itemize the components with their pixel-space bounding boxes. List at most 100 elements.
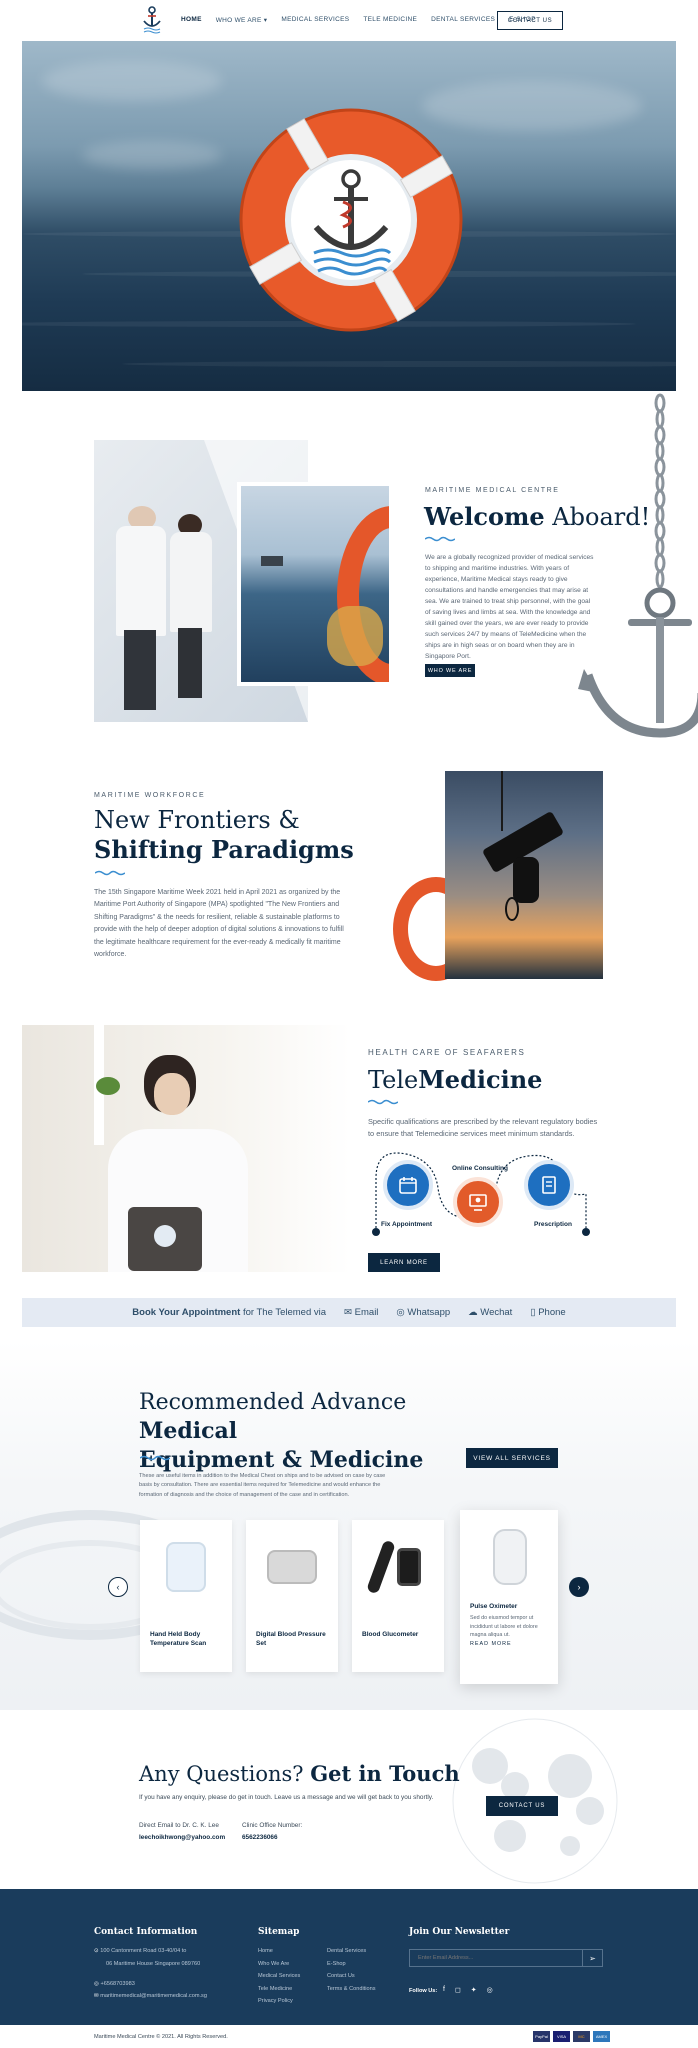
booking-whatsapp[interactable]: ◎ Whatsapp	[396, 1307, 450, 1318]
sitemap-link[interactable]: Dental Services	[327, 1945, 376, 1958]
hero-banner	[22, 41, 676, 391]
send-arrow-icon[interactable]: ➢	[582, 1950, 602, 1966]
wave-divider-icon	[140, 1455, 170, 1461]
equipment-text: These are useful items in addition to th…	[139, 1473, 386, 1498]
sitemap-link[interactable]: Terms & Conditions	[327, 1983, 376, 1996]
welcome-title-bold: Welcome	[424, 502, 545, 531]
social-links: f ◻ ✦ ◎	[443, 1986, 493, 1994]
sitemap-link[interactable]: Contact Us	[327, 1970, 376, 1983]
learn-more-button[interactable]: LEARN MORE	[368, 1253, 440, 1272]
sitemap-link[interactable]: Medical Services	[258, 1970, 300, 1983]
calendar-icon[interactable]	[383, 1160, 433, 1210]
prescription-icon[interactable]	[524, 1160, 574, 1210]
booking-email[interactable]: ✉ Email	[344, 1307, 378, 1318]
view-all-services-button[interactable]: VIEW ALL SERVICES	[466, 1448, 558, 1468]
contact-email-link[interactable]: leechoikhwong@yahoo.com	[139, 1834, 225, 1841]
rescue-stretcher-photo	[445, 771, 603, 979]
newsletter-email-input[interactable]	[410, 1950, 582, 1966]
address-line2: 06 Maritime House Singapore 089760	[106, 1960, 201, 1967]
nav-tele-medicine[interactable]: TELE MEDICINE	[363, 16, 417, 24]
tele-text: Specific qualifications are prescribed b…	[368, 1117, 598, 1138]
paypal-icon: PayPal	[533, 2031, 550, 2042]
newsletter-form: ➢	[409, 1949, 603, 1967]
booking-bar: Book Your Appointment for The Telemed vi…	[22, 1298, 676, 1327]
product-card-blood-pressure[interactable]: Digital Blood Pressure Set	[246, 1520, 338, 1672]
booking-text: Book Your Appointment for The Telemed vi…	[132, 1307, 326, 1318]
product-card-oximeter[interactable]: Pulse Oximeter Sed do eiusmod tempor ut …	[460, 1510, 558, 1684]
sitemap-link[interactable]: E-Shop	[327, 1958, 376, 1971]
booking-phone[interactable]: ▯ Phone	[530, 1307, 565, 1318]
sitemap-link[interactable]: Privacy Policy	[258, 1995, 300, 2008]
step-fix-appointment: Fix Appointment	[381, 1221, 433, 1228]
footer-bottom-bar: Maritime Medical Centre © 2021. All Righ…	[0, 2025, 698, 2048]
nav-medical-services[interactable]: MEDICAL SERVICES	[281, 16, 349, 24]
frontiers-title-line2: Shifting Paradigms	[94, 835, 354, 864]
wave-divider-icon	[425, 536, 455, 542]
follow-us-label: Follow Us:	[409, 1988, 438, 1994]
wave-divider-icon	[368, 1099, 398, 1105]
location-pin-icon: ⊙	[94, 1948, 99, 1954]
contact-title: Any Questions? Get in Touch	[139, 1761, 460, 1786]
booking-wechat-label: Wechat	[480, 1307, 513, 1318]
amex-icon: AMEX	[593, 2031, 610, 2042]
logo-anchor-icon[interactable]	[140, 4, 164, 36]
booking-text-bold: Book Your Appointment	[132, 1307, 241, 1318]
twitter-icon[interactable]: ✦	[471, 1986, 477, 1994]
frontiers-title-line1: New Frontiers &	[94, 806, 300, 834]
footer-address: ⊙ 100 Cantonment Road 03-40/04 to 06 Mar…	[94, 1945, 200, 1970]
welcome-eyebrow: MARITIME MEDICAL CENTRE	[425, 487, 560, 494]
welcome-text: We are a globally recognized provider of…	[425, 554, 594, 660]
whatsapp-icon: ◎	[396, 1307, 405, 1318]
consulting-screen-icon[interactable]	[453, 1177, 503, 1227]
facebook-icon[interactable]: f	[443, 1986, 445, 1994]
tele-title-a: Tele	[368, 1066, 419, 1094]
nav-dental-services[interactable]: DENTAL SERVICES	[431, 16, 495, 24]
address-line1: 100 Cantonment Road 03-40/04 to	[100, 1948, 187, 1954]
booking-wechat[interactable]: ☁ Wechat	[468, 1307, 512, 1318]
carousel-prev-button[interactable]: ‹	[108, 1577, 128, 1597]
tele-title: TeleMedicine	[368, 1065, 542, 1095]
phone-icon: ▯	[530, 1307, 536, 1318]
product-card-thermometer[interactable]: Hand Held Body Temperature Scan	[140, 1520, 232, 1672]
chevron-right-icon: ›	[577, 1582, 581, 1592]
footer-email[interactable]: ✉ maritimemedical@maritimemedical.com.sg	[94, 1990, 207, 2003]
contact-us-button[interactable]: CONTACT US	[486, 1796, 558, 1816]
frontiers-title: New Frontiers & Shifting Paradigms	[94, 806, 354, 864]
step-prescription: Prescription	[534, 1221, 572, 1228]
footer-contact-title: Contact Information	[94, 1927, 198, 1937]
thermometer-image	[150, 1532, 222, 1602]
sitemap-col1: Home Who We Are Medical Services Tele Me…	[258, 1945, 300, 2008]
who-we-are-button[interactable]: WHO WE ARE	[425, 664, 475, 677]
booking-text-rest: for The Telemed via	[240, 1307, 327, 1318]
header-contact-button[interactable]: CONTACT US	[497, 11, 563, 30]
carousel-next-button[interactable]: ›	[569, 1577, 589, 1597]
nav-who-we-are[interactable]: WHO WE ARE ▾	[216, 16, 268, 24]
envelope-icon: ✉	[344, 1307, 353, 1318]
sitemap-link[interactable]: Tele Medicine	[258, 1983, 300, 1996]
booking-phone-label: Phone	[538, 1307, 566, 1318]
sitemap-link[interactable]: Home	[258, 1945, 300, 1958]
product-name: Blood Glucometer	[362, 1631, 419, 1638]
lifebuoy-logo-icon	[239, 108, 463, 332]
mastercard-icon: MC	[573, 2031, 590, 2042]
main-nav: HOME WHO WE ARE ▾ MEDICAL SERVICES TELE …	[181, 16, 536, 24]
nav-home[interactable]: HOME	[181, 16, 202, 24]
product-card-glucometer[interactable]: Blood Glucometer	[352, 1520, 444, 1672]
footer-phone[interactable]: ◎ +6568703983	[94, 1978, 135, 1991]
payment-methods: PayPal VISA MC AMEX	[533, 2031, 610, 2042]
footer-sitemap-title: Sitemap	[258, 1927, 300, 1937]
footer-phone-number: +6568703983	[100, 1981, 135, 1987]
instagram-icon[interactable]: ◻	[455, 1986, 461, 1994]
doctor-tablet-photo	[22, 1025, 350, 1288]
site-header: HOME WHO WE ARE ▾ MEDICAL SERVICES TELE …	[0, 0, 698, 40]
whatsapp-icon[interactable]: ◎	[487, 1986, 493, 1994]
blood-pressure-monitor-image	[256, 1532, 328, 1602]
sitemap-link[interactable]: Who We Are	[258, 1958, 300, 1971]
contact-phone-link[interactable]: 6562236066	[242, 1834, 278, 1841]
read-more-link[interactable]: READ MORE	[470, 1641, 512, 1647]
equipment-title-c: Equipment & Medicine	[139, 1447, 424, 1473]
chevron-down-icon: ▾	[263, 17, 268, 24]
visa-icon: VISA	[553, 2031, 570, 2042]
phone-label: Clinic Office Number:	[242, 1822, 303, 1829]
wechat-icon: ☁	[468, 1307, 478, 1318]
